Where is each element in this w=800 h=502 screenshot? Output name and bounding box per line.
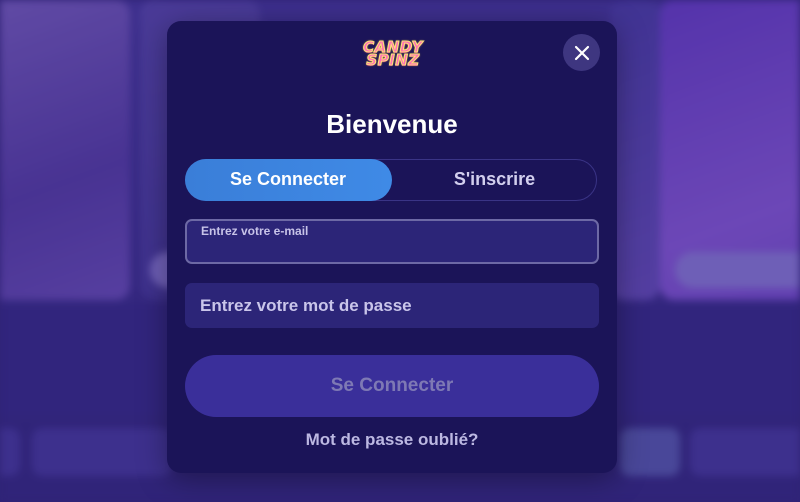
tab-login[interactable]: Se Connecter [184, 158, 392, 201]
modal-title: Bienvenue [326, 109, 458, 139]
email-field[interactable]: Entrez votre e-mail [185, 219, 599, 264]
email-field-label: Entrez votre e-mail [201, 224, 309, 238]
logo-line-2: SPINZ [366, 51, 420, 69]
tab-register[interactable]: S'inscrire [391, 159, 598, 201]
forgot-password-link[interactable]: Mot de passe oublié? [167, 430, 617, 450]
close-icon [574, 45, 589, 60]
password-field[interactable]: Entrez votre mot de passe [185, 283, 599, 328]
login-modal: CANDY SPINZ Bienvenue Se Connecter S'ins… [167, 21, 617, 473]
candy-spinz-logo: CANDY SPINZ [358, 35, 428, 73]
close-button[interactable] [563, 34, 600, 71]
auth-tabs: Se Connecter S'inscrire [184, 158, 598, 201]
login-submit-button[interactable]: Se Connecter [185, 355, 599, 417]
password-placeholder: Entrez votre mot de passe [200, 295, 412, 315]
